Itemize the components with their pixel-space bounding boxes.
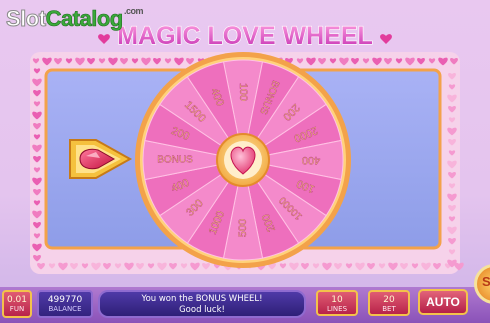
wheel-segment-label: 100: [237, 83, 249, 101]
fortune-wheel[interactable]: 100 BONUS 20020004001001000020050010003004…: [135, 52, 351, 268]
lines-button[interactable]: 10 LINES: [316, 290, 358, 316]
balance-value: 499770: [47, 295, 83, 305]
coin-value-button[interactable]: 0.01 FUN: [2, 290, 32, 318]
message-line2: Good luck!: [179, 305, 225, 315]
wheel-segment-label: BONUS: [157, 155, 193, 166]
game-title: MAGIC LOVE WHEEL: [117, 22, 373, 50]
coin-value: 0.01: [6, 295, 28, 305]
balance-label: BALANCE: [48, 305, 82, 313]
bet-label: BET: [382, 305, 396, 313]
coin-label: FUN: [9, 305, 25, 313]
balance-display: 499770 BALANCE: [37, 290, 93, 318]
message-line1: You won the BONUS WHEEL!: [141, 294, 263, 304]
bet-value: 20: [383, 295, 395, 305]
auto-button[interactable]: AUTO: [418, 289, 468, 315]
wheel-segment-label: 500: [237, 219, 249, 237]
spin-label: S: [482, 274, 490, 289]
message-box: You won the BONUS WHEEL! Good luck!: [98, 290, 306, 318]
game-scene: MAGIC LOVE WHEEL 100 BONUS 200200040010010…: [30, 21, 464, 274]
watermark-part2: Catalog: [45, 6, 123, 32]
slotcatalog-watermark: SlotCatalog .com: [6, 6, 144, 32]
wheel-segment-label: 400: [302, 154, 320, 166]
watermark-domain: .com: [124, 6, 144, 16]
watermark-part1: Slot: [6, 6, 47, 32]
lines-label: LINES: [326, 305, 348, 313]
bet-button[interactable]: 20 BET: [368, 290, 410, 316]
lines-value: 10: [331, 295, 343, 305]
